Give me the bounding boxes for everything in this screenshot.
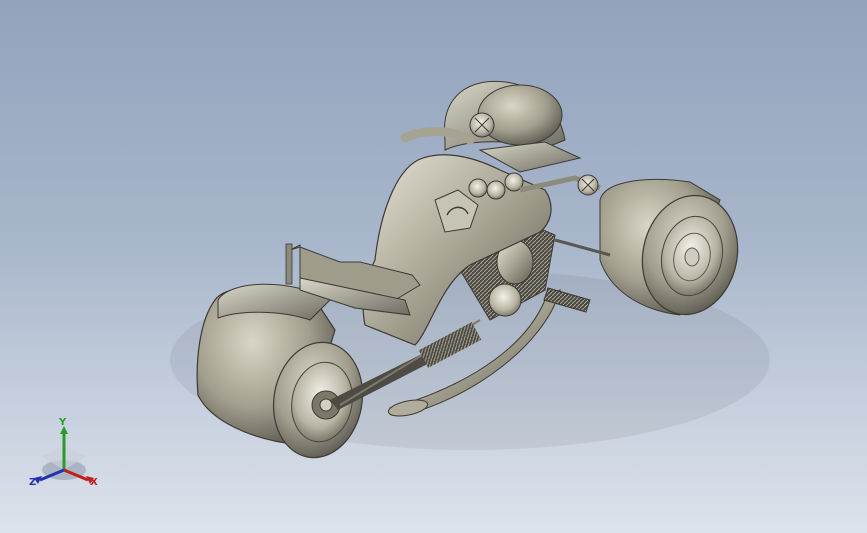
y-axis-label: Y — [59, 417, 67, 428]
graphics-viewport[interactable]: Y X Z — [0, 0, 867, 533]
trike-3d-model[interactable] — [0, 0, 867, 533]
axis-triad: Y X Z — [24, 418, 104, 498]
z-axis-label: Z — [29, 477, 37, 488]
x-axis-label: X — [90, 477, 98, 488]
